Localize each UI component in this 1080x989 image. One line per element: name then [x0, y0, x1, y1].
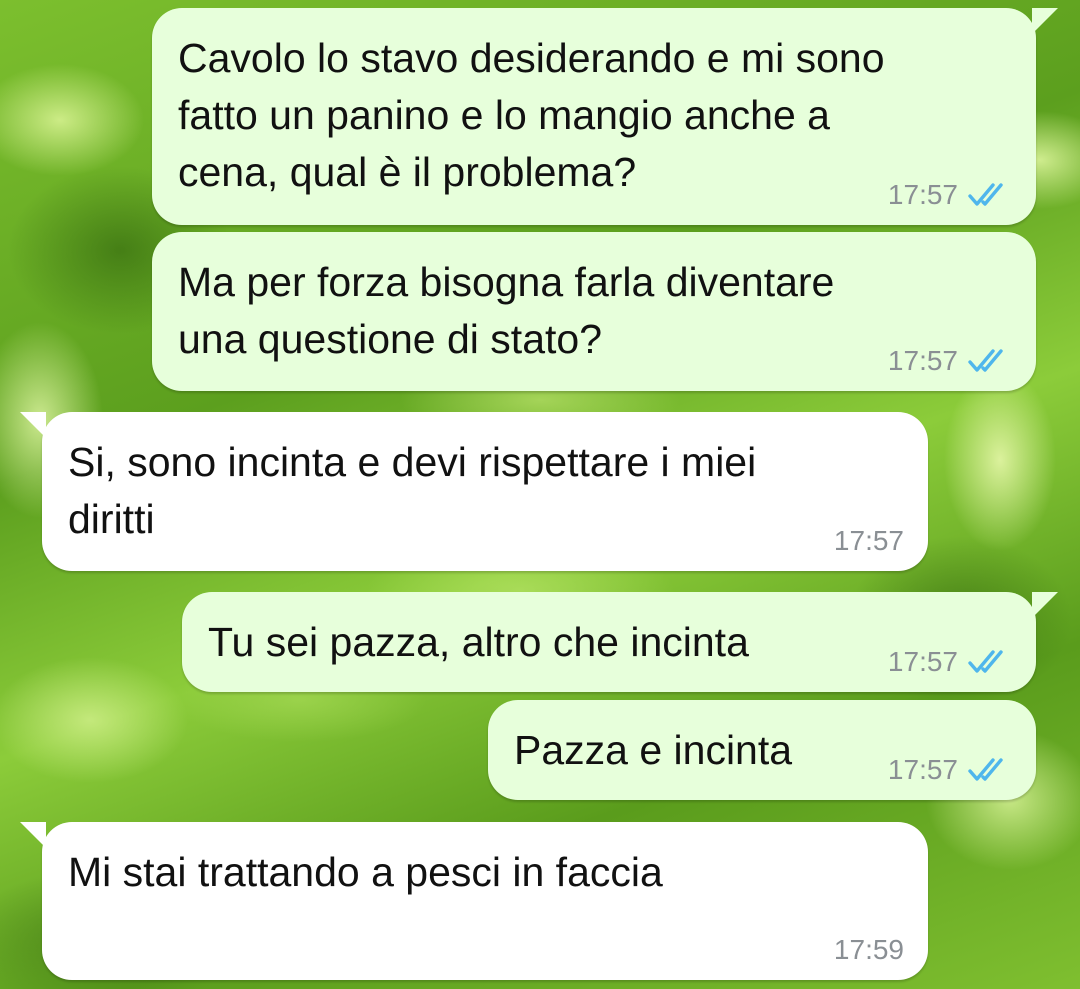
message-bubble-outgoing[interactable]: Ma per forza bisogna farla diventare una…	[152, 232, 1036, 391]
double-check-icon	[968, 758, 1003, 781]
double-check-icon	[968, 650, 1003, 673]
message-time: 17:57	[833, 525, 904, 556]
message-meta: 17:57	[888, 345, 1012, 377]
message-meta: 17:59	[834, 934, 904, 966]
message-text: Tu sei pazza, altro che incinta	[208, 619, 749, 665]
message-meta: 17:57	[888, 646, 1012, 678]
message-bubble-outgoing[interactable]: Tu sei pazza, altro che incinta 17:57	[182, 592, 1058, 692]
message-text: Cavolo lo stavo desiderando e mi sono fa…	[178, 35, 885, 195]
message-meta: 17:57	[888, 754, 1012, 786]
message-time: 17:57	[887, 646, 958, 677]
message-bubble-outgoing[interactable]: Cavolo lo stavo desiderando e mi sono fa…	[152, 8, 1058, 225]
message-text: Mi stai trattando a pesci in faccia	[68, 849, 663, 895]
message-text: Pazza e incinta	[514, 727, 793, 773]
message-bubble-incoming[interactable]: Si, sono incinta e devi rispettare i mie…	[20, 412, 928, 571]
message-time: 17:57	[887, 345, 958, 376]
message-bubble-incoming[interactable]: Mi stai trattando a pesci in faccia 17:5…	[20, 822, 928, 980]
message-time: 17:57	[887, 754, 958, 785]
message-meta: 17:57	[834, 525, 904, 557]
message-meta: 17:57	[888, 179, 1012, 211]
double-check-icon	[968, 183, 1003, 206]
double-check-icon	[968, 349, 1003, 372]
message-text: Si, sono incinta e devi rispettare i mie…	[68, 439, 757, 542]
message-bubble-outgoing[interactable]: Pazza e incinta 17:57	[488, 700, 1036, 800]
message-text: Ma per forza bisogna farla diventare una…	[178, 259, 835, 362]
message-time: 17:57	[887, 179, 958, 210]
message-time: 17:59	[833, 934, 904, 965]
